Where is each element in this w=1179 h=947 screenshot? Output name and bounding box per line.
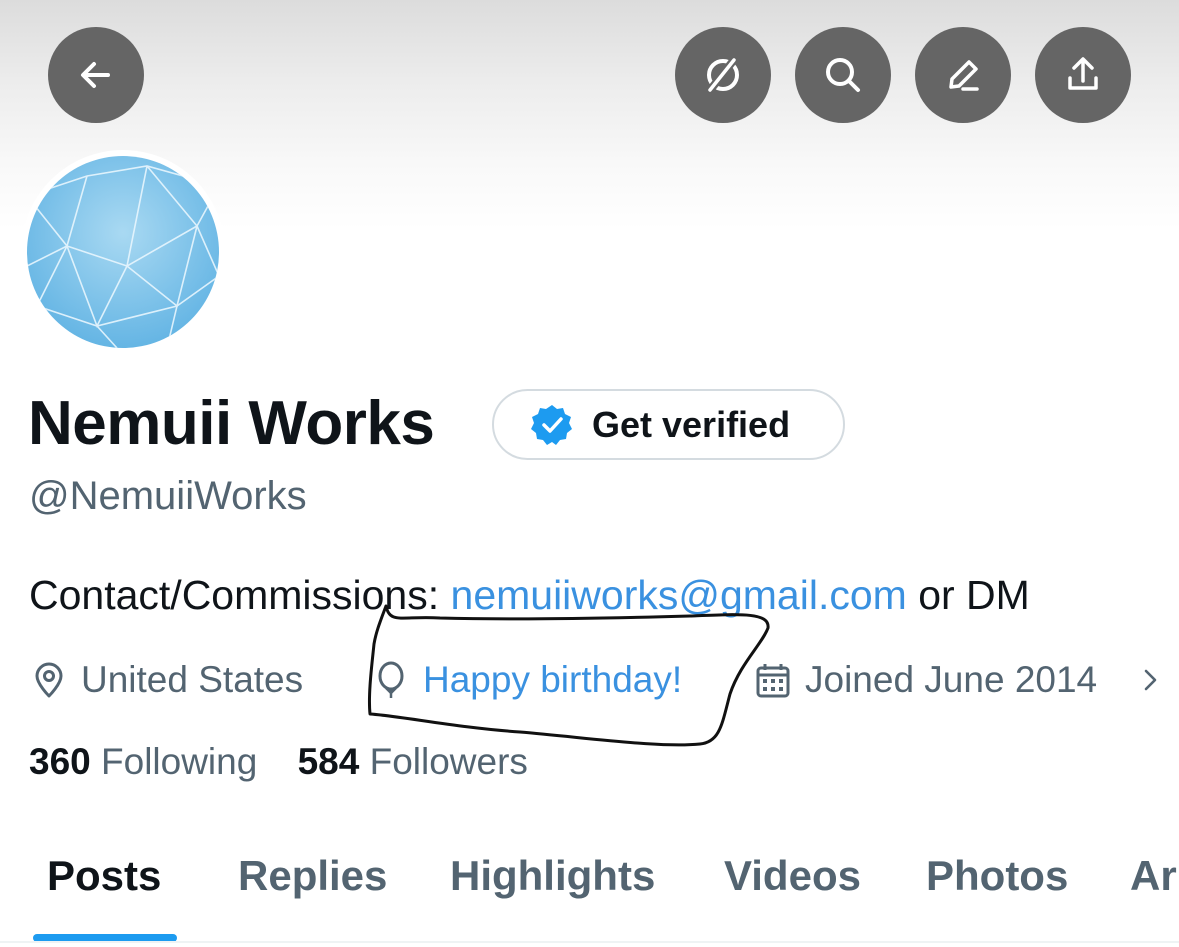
share-icon xyxy=(1068,57,1098,90)
profile-tabs: Posts Replies Highlights Videos Photos A… xyxy=(0,840,1179,947)
back-button[interactable] xyxy=(48,27,144,123)
followers-count: 584 xyxy=(297,741,360,782)
location: United States xyxy=(29,656,303,704)
tab-photos[interactable]: Photos xyxy=(926,852,1068,900)
join-date: Joined June 2014 xyxy=(753,656,1097,704)
share-button[interactable] xyxy=(1035,27,1131,123)
tab-highlights[interactable]: Highlights xyxy=(450,852,655,900)
display-name: Nemuii Works xyxy=(28,389,435,458)
tab-articles[interactable]: Ar xyxy=(1130,852,1177,900)
follow-stats: 360 Following 584 Followers xyxy=(29,741,528,783)
search-icon xyxy=(826,58,860,92)
avatar-image xyxy=(27,156,219,348)
birthday[interactable]: Happy birthday! xyxy=(371,656,682,704)
bio-email-link[interactable]: nemuiiworks@gmail.com xyxy=(451,572,907,618)
birthday-text[interactable]: Happy birthday! xyxy=(423,659,682,701)
location-pin-icon xyxy=(35,662,63,698)
following-label: Following xyxy=(101,741,258,782)
tab-posts[interactable]: Posts xyxy=(47,852,161,900)
more-meta-button[interactable] xyxy=(1137,656,1167,704)
followers-stat[interactable]: 584 Followers xyxy=(298,741,528,783)
verified-badge-icon xyxy=(531,404,572,445)
location-text: United States xyxy=(81,659,304,700)
followers-label: Followers xyxy=(369,741,528,782)
get-verified-label: Get verified xyxy=(592,403,791,445)
balloon-icon xyxy=(378,661,404,698)
chevron-right-icon xyxy=(1144,669,1157,691)
bio: Contact/Commissions: nemuiiworks@gmail.c… xyxy=(29,572,1030,619)
tab-videos[interactable]: Videos xyxy=(724,852,861,900)
grok-button[interactable] xyxy=(675,27,771,123)
join-date-text: Joined June 2014 xyxy=(805,659,1098,700)
following-stat[interactable]: 360 Following xyxy=(29,741,257,783)
bio-prefix: Contact/Commissions: xyxy=(29,572,451,618)
calendar-icon xyxy=(756,664,790,698)
arrow-left-icon xyxy=(81,62,110,88)
edit-button[interactable] xyxy=(915,27,1011,123)
user-handle: @NemuiiWorks xyxy=(29,474,307,518)
tab-replies[interactable]: Replies xyxy=(238,852,387,900)
avatar[interactable] xyxy=(21,150,225,354)
get-verified-button[interactable]: Get verified xyxy=(492,389,845,460)
profile-meta-row: United States Happy birthday! Joined Jun… xyxy=(29,656,1179,704)
grok-icon xyxy=(707,58,739,92)
search-button[interactable] xyxy=(795,27,891,123)
bio-suffix: or DM xyxy=(906,572,1030,618)
pencil-icon xyxy=(949,60,979,91)
tabs-divider xyxy=(0,941,1179,943)
following-count: 360 xyxy=(29,741,91,782)
